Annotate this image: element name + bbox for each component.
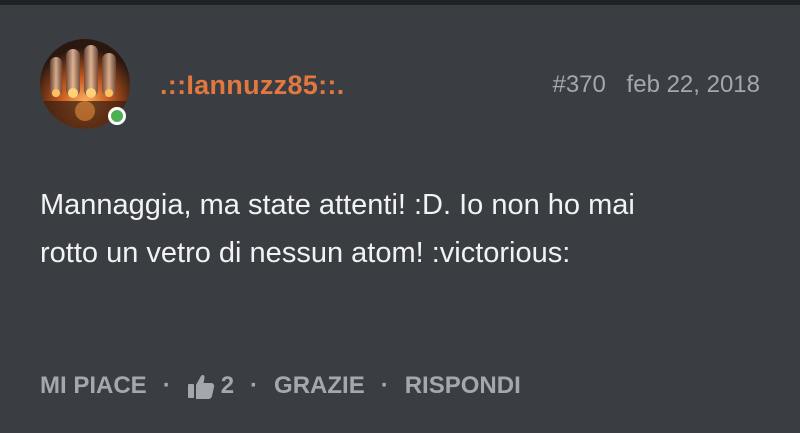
post-message: Mannaggia, ma state attenti! :D. Io non … <box>40 189 635 269</box>
like-count: 2 <box>220 372 235 399</box>
post-actions-bar: MI PIACE · 2 · GRAZIE · RISPONDI <box>40 368 521 404</box>
forum-post: .::Iannuzz85::. #370 feb 22, 2018 Mannag… <box>0 5 800 433</box>
post-number-link[interactable]: #370 <box>552 71 605 98</box>
post-meta: #370 feb 22, 2018 <box>552 71 760 99</box>
reply-button[interactable]: RISPONDI <box>405 372 521 400</box>
thanks-button[interactable]: GRAZIE <box>274 372 365 400</box>
username-link[interactable]: .::Iannuzz85::. <box>160 70 345 101</box>
separator: · <box>380 372 389 399</box>
post-date: feb 22, 2018 <box>626 71 760 98</box>
separator: · <box>250 372 259 399</box>
like-count-link[interactable]: 2 <box>187 372 234 400</box>
thumbs-up-icon <box>187 374 214 399</box>
online-status-indicator <box>108 107 126 125</box>
separator: · <box>162 372 171 399</box>
avatar-container[interactable] <box>40 39 130 129</box>
like-button[interactable]: MI PIACE <box>40 372 147 400</box>
